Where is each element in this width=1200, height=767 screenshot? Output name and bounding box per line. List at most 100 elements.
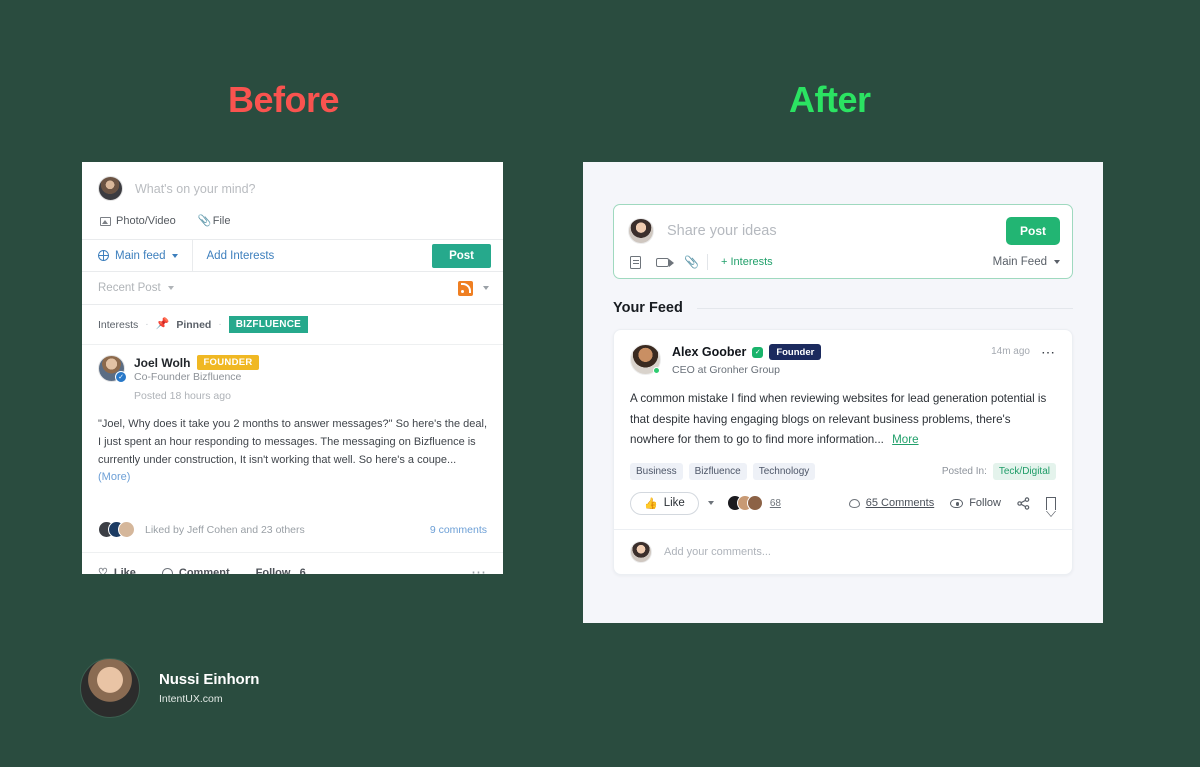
avatar	[628, 218, 654, 244]
author-site: IntentUX.com	[159, 693, 223, 705]
sort-selector[interactable]: Recent Post	[98, 282, 174, 294]
rss-icon[interactable]	[458, 280, 473, 296]
status-badge: FOUNDER	[197, 355, 259, 370]
like-button[interactable]: ♡ Like	[98, 566, 136, 574]
pinned-label: Pinned	[176, 318, 212, 331]
feed-selector[interactable]: Main Feed	[993, 256, 1060, 268]
follow-label: Follow . 6	[255, 566, 306, 574]
follow-label: Follow	[969, 497, 1001, 510]
avatar: ✓	[98, 355, 127, 383]
comment-input-row[interactable]: Add your comments...	[614, 528, 1072, 574]
author-text-block: Nussi Einhorn IntentUX.com	[159, 671, 259, 705]
reaction-summary[interactable]: 68	[726, 495, 781, 512]
reaction-count[interactable]: 68	[770, 498, 781, 509]
chevron-down-icon[interactable]	[483, 286, 489, 290]
after-post-author-block: Alex Goober ✓ Founder CEO at Gronher Gro…	[661, 344, 822, 376]
file-button[interactable]: 📎 File	[198, 215, 231, 227]
liked-by-text: Liked by Jeff Cohen and 23 others	[145, 523, 305, 536]
before-heading: Before	[228, 79, 340, 120]
status-badge: Founder	[769, 344, 822, 360]
tag-item[interactable]: Bizfluence	[688, 462, 747, 480]
more-dots-icon[interactable]: ⋯	[1041, 345, 1056, 359]
feed-selector[interactable]: Main feed	[82, 240, 193, 271]
photo-video-icon	[100, 216, 111, 226]
bookmark-icon[interactable]	[1045, 496, 1056, 518]
more-dots-icon[interactable]: ⋯	[471, 565, 487, 574]
before-action-bar: ♡ Like Comment Follow . 6 ⋯	[82, 552, 503, 574]
add-interests-button[interactable]: + Interests	[721, 256, 773, 268]
tag-item[interactable]: Technology	[752, 462, 816, 480]
chevron-down-icon	[1054, 260, 1060, 264]
post-body-copy: A common mistake I find when reviewing w…	[630, 392, 1047, 447]
bizfluence-tag[interactable]: BIZFLUENCE	[228, 316, 309, 333]
after-heading: After	[789, 79, 871, 120]
comments-link[interactable]: 9 comments	[430, 524, 487, 536]
photo-video-button[interactable]: Photo/Video	[100, 215, 176, 227]
chevron-down-icon	[167, 286, 174, 290]
add-interests-label: Add Interests	[206, 249, 275, 262]
post-body-text: A common mistake I find when reviewing w…	[630, 389, 1056, 451]
before-composer: What's on your mind? Photo/Video 📎 File	[82, 162, 503, 239]
comment-bubble-icon	[161, 568, 173, 574]
paperclip-icon[interactable]: 📎	[684, 256, 699, 268]
after-action-right: 65 Comments Follow	[848, 496, 1056, 518]
before-mockup-card: What's on your mind? Photo/Video 📎 File …	[82, 162, 503, 574]
globe-icon	[97, 249, 109, 261]
sort-selector-label: Recent Post	[98, 282, 161, 294]
avatar	[746, 495, 763, 512]
after-post-top: Alex Goober ✓ Founder CEO at Gronher Gro…	[614, 330, 1072, 451]
paperclip-icon: 📎	[197, 214, 212, 227]
after-inner: Share your ideas Post 📎 + Interests Main…	[583, 162, 1103, 575]
tag-item[interactable]: Business	[630, 462, 683, 480]
after-composer: Share your ideas Post 📎 + Interests Main…	[613, 204, 1073, 279]
chevron-down-icon[interactable]	[707, 501, 714, 506]
after-composer-input-row[interactable]: Share your ideas Post	[628, 217, 1060, 245]
avatar	[80, 658, 140, 718]
read-more-link[interactable]: (More)	[98, 471, 130, 483]
after-post-header-right: 14m ago ⋯	[991, 344, 1056, 359]
comment-input-placeholder[interactable]: Add your comments...	[664, 546, 771, 558]
post-author-name[interactable]: Joel Wolh	[134, 356, 190, 370]
composer-input-placeholder[interactable]: What's on your mind?	[135, 182, 256, 196]
page-title: Your Feed	[613, 300, 683, 316]
post-button[interactable]: Post	[1005, 217, 1060, 245]
author-attribution: Nussi Einhorn IntentUX.com	[80, 658, 259, 718]
post-author-name[interactable]: Alex Goober	[672, 345, 746, 359]
comment-label: Comment	[178, 566, 230, 574]
post-button[interactable]: Post	[432, 243, 491, 268]
follow-button[interactable]: Follow	[950, 497, 1001, 509]
after-mockup-card: Share your ideas Post 📎 + Interests Main…	[583, 162, 1103, 623]
avatar	[98, 176, 123, 201]
thumbs-up-icon: 👍	[644, 497, 658, 510]
composer-input-placeholder[interactable]: Share your ideas	[654, 223, 1006, 239]
video-icon[interactable]	[656, 257, 674, 267]
posted-in-label: Posted In:	[941, 465, 987, 477]
post-timestamp: 14m ago	[991, 346, 1030, 357]
photo-video-label: Photo/Video	[116, 215, 176, 227]
follow-button[interactable]: Follow . 6	[256, 567, 306, 574]
avatar	[630, 344, 661, 375]
share-icon[interactable]	[1017, 497, 1030, 510]
avatar	[630, 540, 652, 563]
before-sort-row: Recent Post	[82, 272, 503, 305]
tag-list: Business Bizfluence Technology	[630, 462, 816, 480]
before-composer-input-row[interactable]: What's on your mind?	[98, 176, 487, 201]
liker-avatars	[98, 521, 135, 539]
feed-selector-label: Main feed	[115, 249, 166, 262]
before-post-button-wrap: Post	[432, 240, 503, 271]
read-more-link[interactable]: More	[892, 433, 918, 446]
screenshot-stage: Before After What's on your mind? Photo/…	[0, 0, 1200, 767]
post-timestamp: Posted 18 hours ago	[134, 390, 231, 402]
add-interests-button[interactable]: Add Interests	[193, 240, 433, 271]
post-author-role: CEO at Gronher Group	[672, 364, 780, 376]
posted-in-value[interactable]: Teck/Digital	[992, 462, 1056, 480]
comments-button[interactable]: 65 Comments	[848, 497, 934, 509]
like-button[interactable]: 👍 Like	[630, 491, 699, 515]
comment-bubble-icon	[848, 498, 860, 508]
pin-icon: 📌	[155, 318, 170, 330]
comment-button[interactable]: Comment	[161, 566, 230, 574]
feed-selector-label: Main Feed	[992, 256, 1047, 268]
document-icon[interactable]	[630, 255, 641, 269]
toolbar-divider	[707, 254, 708, 270]
post-body-text: "Joel, Why does it take you 2 months to …	[98, 416, 487, 487]
